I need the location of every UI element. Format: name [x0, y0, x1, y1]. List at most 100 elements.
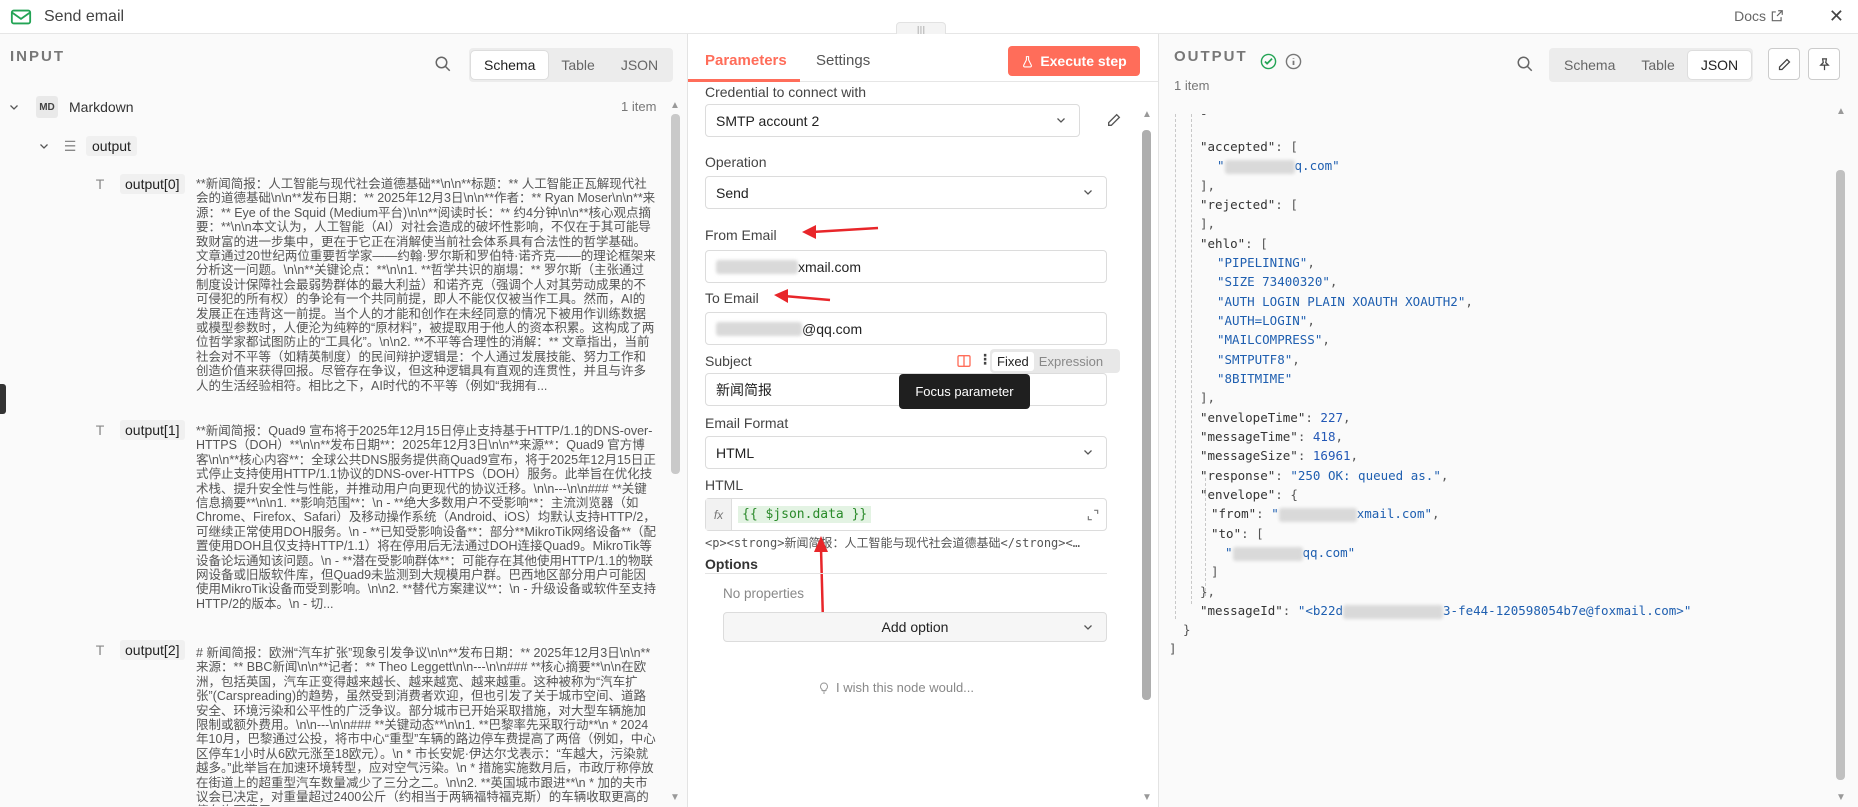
- to-email-input[interactable]: @qq.com: [705, 312, 1107, 345]
- json-line: "response": "250 OK: queued as.",: [1200, 468, 1449, 483]
- add-option-label: Add option: [881, 619, 949, 635]
- redacted-text: [716, 259, 798, 274]
- edit-output-button[interactable]: [1768, 48, 1800, 80]
- pin-icon: [1818, 57, 1830, 70]
- subject-label: Subject: [705, 353, 752, 369]
- output-header: OUTPUT: [1174, 48, 1248, 65]
- tab-settings[interactable]: Settings: [816, 52, 870, 69]
- json-line: "MAILCOMPRESS",: [1217, 332, 1330, 347]
- tree-node-markdown[interactable]: MD Markdown: [8, 96, 134, 118]
- redacted-text: [1224, 159, 1295, 174]
- output-tab-schema[interactable]: Schema: [1551, 51, 1628, 79]
- docs-link[interactable]: Docs: [1734, 8, 1784, 24]
- input-panel: INPUT Schema Table JSON MD Markdown 1 it…: [0, 34, 688, 807]
- json-line: "AUTH=LOGIN",: [1217, 313, 1315, 328]
- focus-parameter-icon[interactable]: [956, 353, 972, 369]
- item-value: # 新闻简报：欧洲“汽车扩张”现象引发争议\n\n**发布日期：** 2025年…: [196, 646, 656, 806]
- chevron-down-icon: [1057, 118, 1065, 123]
- operation-label: Operation: [705, 154, 767, 170]
- from-email-label: From Email: [705, 227, 777, 243]
- scroll-down-icon[interactable]: ▼: [670, 792, 680, 803]
- output-tab-json[interactable]: JSON: [1687, 51, 1752, 79]
- execute-step-button[interactable]: Execute step: [1008, 46, 1140, 76]
- output-scrollbar[interactable]: [1836, 170, 1845, 780]
- json-line: "accepted": [: [1200, 139, 1298, 154]
- edit-credential-icon[interactable]: [1106, 112, 1122, 128]
- input-view-switch: Schema Table JSON: [469, 48, 674, 82]
- html-expression: {{ $json.data }}: [738, 506, 872, 523]
- redacted-text: [1278, 507, 1357, 522]
- html-expression-editor[interactable]: fx {{ $json.data }}: [705, 498, 1107, 531]
- input-tab-json[interactable]: JSON: [608, 51, 671, 79]
- redacted-text: [716, 321, 802, 336]
- search-icon[interactable]: [434, 55, 452, 73]
- feedback-link[interactable]: I wish this node would...: [818, 680, 974, 695]
- email-format-select[interactable]: HTML: [705, 436, 1107, 469]
- add-option-button[interactable]: Add option: [723, 612, 1107, 642]
- expand-editor-icon[interactable]: [1086, 508, 1100, 522]
- input-tab-schema[interactable]: Schema: [471, 51, 549, 79]
- info-icon[interactable]: [1285, 53, 1302, 70]
- operation-select[interactable]: Send: [705, 176, 1107, 209]
- parameters-panel: Parameters Settings Execute step Credent…: [688, 34, 1158, 807]
- json-line: },: [1200, 584, 1216, 599]
- tree-node-output[interactable]: ☰ output: [38, 136, 137, 156]
- from-email-input[interactable]: xmail.com: [705, 250, 1107, 283]
- json-line: "messageSize": 16961,: [1200, 448, 1359, 463]
- output-view-switch: Schema Table JSON: [1549, 48, 1754, 82]
- output-tab-table[interactable]: Table: [1628, 51, 1687, 79]
- credential-select[interactable]: SMTP account 2: [705, 104, 1080, 137]
- indent-guide: [1191, 114, 1192, 604]
- scroll-down-icon[interactable]: ▼: [1142, 792, 1152, 803]
- param-tabs: Parameters Settings Execute step: [688, 34, 1158, 82]
- close-icon[interactable]: ✕: [1829, 6, 1844, 27]
- json-line: "SIZE 73400320",: [1217, 274, 1338, 289]
- json-line: "from": " xmail.com",: [1211, 506, 1440, 522]
- tab-parameters[interactable]: Parameters: [705, 52, 787, 69]
- search-icon[interactable]: [1516, 55, 1534, 73]
- to-email-value: @qq.com: [802, 320, 863, 337]
- indent-guide: [1175, 114, 1176, 619]
- redacted-text: [1232, 546, 1303, 561]
- scroll-up-icon[interactable]: ▲: [670, 100, 680, 111]
- collapse-handle[interactable]: [0, 384, 6, 414]
- scroll-down-icon[interactable]: ▼: [1836, 792, 1846, 803]
- pin-data-button[interactable]: [1808, 48, 1840, 80]
- parameters-scrollbar[interactable]: [1142, 130, 1151, 700]
- pencil-icon: [1778, 58, 1790, 70]
- input-tab-table[interactable]: Table: [548, 51, 607, 79]
- expression-toggle[interactable]: Expression: [1034, 352, 1108, 371]
- json-line: "messageId": "<b22d 3-fe44-120598054b7e@f…: [1200, 603, 1692, 619]
- node-name: Markdown: [69, 99, 134, 115]
- no-properties-text: No properties: [723, 586, 805, 601]
- fixed-toggle[interactable]: Fixed: [992, 351, 1034, 371]
- feedback-label: I wish this node would...: [836, 680, 975, 695]
- fixed-expression-toggle: Fixed Expression: [990, 349, 1120, 373]
- list-item[interactable]: T output[0]: [90, 174, 185, 194]
- active-tab-indicator: [688, 79, 800, 82]
- scroll-up-icon[interactable]: ▲: [1836, 106, 1846, 117]
- chevron-down-icon[interactable]: [8, 101, 20, 113]
- annotation-arrow-icon: [814, 536, 828, 623]
- json-line: "rejected": [: [1200, 197, 1298, 212]
- item-count: 1 item: [621, 99, 657, 114]
- chevron-down-icon: [1084, 190, 1092, 195]
- item-key: output[1]: [120, 420, 185, 440]
- chevron-down-icon[interactable]: [38, 140, 50, 152]
- execute-step-label: Execute step: [1040, 53, 1127, 69]
- scroll-up-icon[interactable]: ▲: [1142, 109, 1152, 120]
- html-preview: <p><strong>新闻简报：人工智能与现代社会道德基础</strong><…: [705, 536, 1080, 550]
- json-line: "8BITMIME": [1217, 371, 1293, 386]
- json-line: " q.com": [1217, 158, 1340, 174]
- docs-label: Docs: [1734, 8, 1766, 24]
- credential-value: SMTP account 2: [716, 112, 820, 129]
- item-key: output[2]: [120, 640, 185, 660]
- output-panel: OUTPUT Schema Table JSON 1 item - "accep…: [1158, 34, 1858, 807]
- json-line: ],: [1200, 390, 1216, 405]
- fx-icon: fx: [706, 499, 732, 530]
- json-line: "SMTPUTF8",: [1217, 352, 1300, 367]
- list-item[interactable]: T output[1]: [90, 420, 185, 440]
- input-scrollbar[interactable]: [671, 114, 680, 474]
- markdown-node-icon: MD: [36, 96, 58, 118]
- list-item[interactable]: T output[2]: [90, 640, 185, 660]
